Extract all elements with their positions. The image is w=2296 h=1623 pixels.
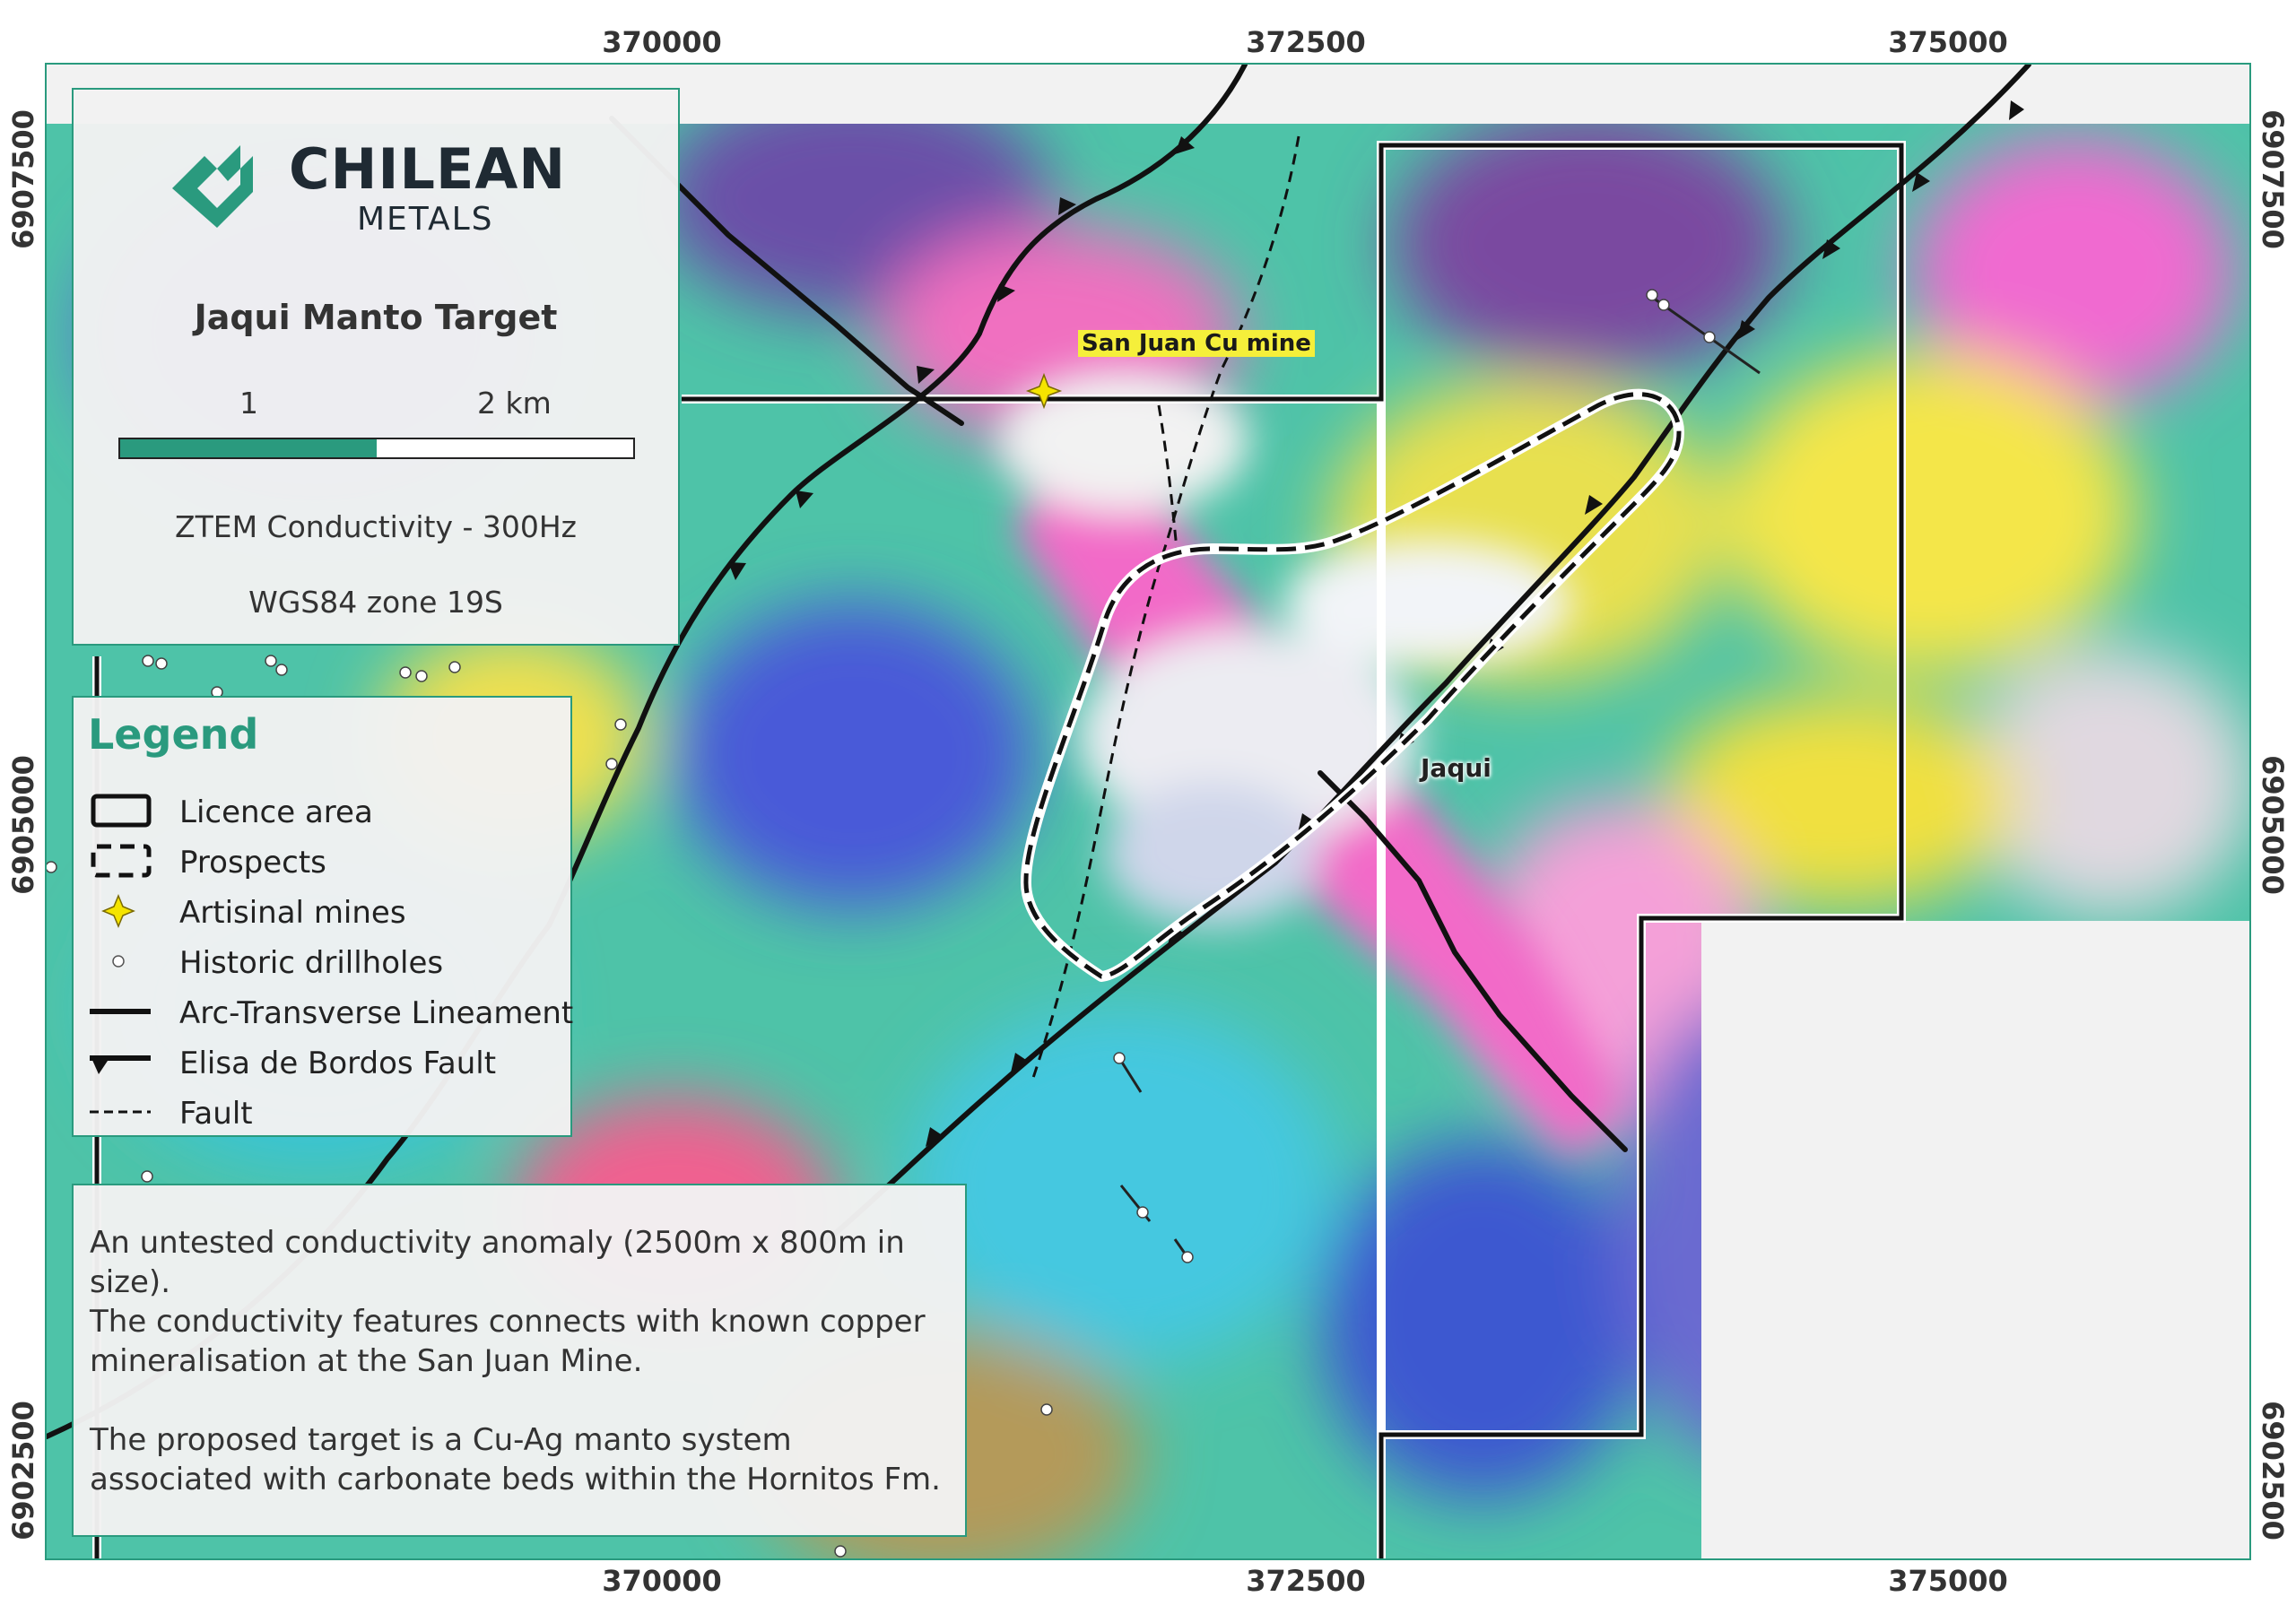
logo-line-2: METALS [357,201,494,238]
northing-label-left-2: 6905000 [6,755,40,895]
legend-item-prospects: Prospects [86,838,561,884]
san-juan-mine-label[interactable]: San Juan Cu mine [1078,330,1315,357]
northing-label-left-3: 6902500 [6,1401,40,1541]
scale-label-mid: 1 [239,386,258,421]
easting-label-top-1: 370000 [602,25,722,59]
legend-item-artisinal-mines: Artisinal mines [86,888,561,934]
easting-label-bottom-2: 372500 [1246,1564,1366,1598]
notes-panel: An untested conductivity anomaly (2500m … [72,1184,967,1537]
northing-label-left-1: 6907500 [6,109,40,249]
note-2: The conductivity features connects with … [90,1304,926,1379]
legend-title: Legend [88,710,259,759]
layer-name: ZTEM Conductivity - 300Hz [174,509,577,544]
legend-label: Arc-Transverse Lineament [179,995,574,1031]
prospect-symbol-icon [91,844,152,878]
legend-label: Historic drillholes [179,945,444,981]
licence-area-symbol-icon [91,794,152,828]
note-3: The proposed target is a Cu-Ag manto sys… [90,1422,941,1497]
triangle-fault-icon [90,1055,151,1074]
title-panel: CHILEAN METALS Jaqui Manto Target 1 2 km… [72,88,680,646]
jaqui-prospect-label[interactable]: Jaqui [1421,753,1492,783]
easting-label-bottom-1: 370000 [602,1564,722,1598]
legend-panel: Legend Licence area Prospects Artisinal … [72,696,573,1137]
legend-item-fault: Fault [86,1089,561,1135]
crs-label: WGS84 zone 19S [248,585,503,620]
easting-label-top-3: 375000 [1888,25,2008,59]
northing-label-right-3: 6902500 [2256,1401,2290,1541]
legend-item-arc-transverse-lineament: Arc-Transverse Lineament [86,988,573,1035]
map-title: Jaqui Manto Target [194,298,558,337]
legend-label: Licence area [179,794,373,830]
company-logo: CHILEAN METALS [163,133,630,240]
northing-label-right-1: 6907500 [2256,109,2290,249]
legend-label: Fault [179,1096,253,1132]
chilean-metals-chevron-logo-icon [172,145,253,228]
legend-item-historic-drillholes: Historic drillholes [86,938,561,985]
scale-bar [118,438,635,459]
legend-item-licence-area: Licence area [86,787,561,834]
drillhole-circle-icon [112,955,125,968]
legend-label: Elisa de Bordos Fault [179,1046,497,1081]
easting-label-bottom-3: 375000 [1888,1564,2008,1598]
scale-bar-fill [120,439,377,457]
note-1: An untested conductivity anomaly (2500m … [90,1225,905,1300]
northing-label-right-2: 6905000 [2256,755,2290,895]
legend-label: Artisinal mines [179,895,406,931]
yellow-star-icon [101,894,135,928]
logo-line-1: CHILEAN [289,136,567,202]
thick-line-icon [90,1009,151,1014]
easting-label-top-2: 372500 [1246,25,1366,59]
scale-label-end: 2 km [477,386,552,421]
legend-item-elisa-de-bordos-fault: Elisa de Bordos Fault [86,1038,561,1085]
legend-label: Prospects [179,845,326,881]
dashed-line-icon [90,1110,151,1114]
